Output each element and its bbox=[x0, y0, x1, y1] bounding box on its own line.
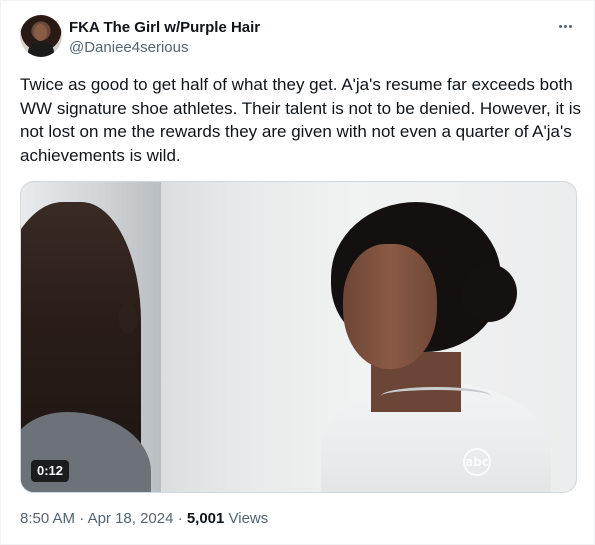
network-logo-watermark: abc bbox=[463, 448, 491, 476]
more-horizontal-icon[interactable] bbox=[554, 15, 576, 37]
tweet-time[interactable]: 8:50 AM bbox=[20, 510, 75, 527]
video-woman-bun bbox=[461, 264, 517, 322]
video-man-ear bbox=[119, 302, 137, 334]
video-duration-badge: 0:12 bbox=[31, 460, 70, 482]
video-player[interactable]: 0:12 abc bbox=[20, 181, 577, 493]
tweet-text: Twice as good to get half of what they g… bbox=[20, 75, 581, 165]
tweet-card: FKA The Girl w/Purple Hair @Daniee4serio… bbox=[0, 0, 595, 545]
avatar[interactable] bbox=[20, 15, 62, 57]
more-dot bbox=[558, 24, 562, 28]
video-woman-face bbox=[343, 244, 437, 369]
views-count: 5,001 bbox=[186, 510, 225, 527]
video-turtleneck-fold bbox=[381, 387, 491, 405]
more-dot bbox=[563, 24, 567, 28]
meta-separator: · bbox=[75, 510, 88, 527]
author-handle[interactable]: @Daniee4serious bbox=[69, 39, 188, 56]
views-label: Views bbox=[224, 510, 269, 527]
avatar-body bbox=[28, 42, 54, 57]
more-dot bbox=[568, 24, 572, 28]
meta-separator: · bbox=[173, 510, 187, 527]
tweet-meta: 8:50 AM · Apr 18, 2024 · 5,001 Views bbox=[20, 510, 268, 527]
tweet-date[interactable]: Apr 18, 2024 bbox=[88, 510, 174, 527]
author-display-name[interactable]: FKA The Girl w/Purple Hair bbox=[69, 19, 260, 36]
avatar-face bbox=[34, 24, 47, 41]
